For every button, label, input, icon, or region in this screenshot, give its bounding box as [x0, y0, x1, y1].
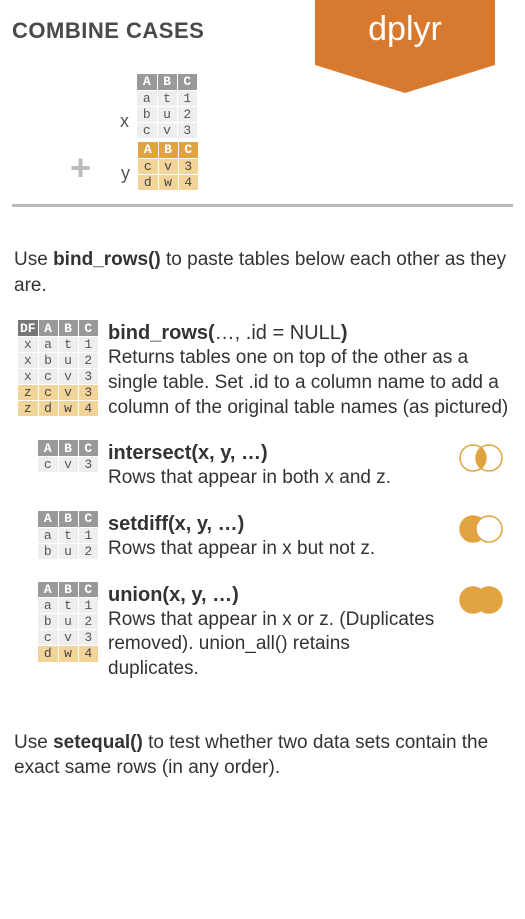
- union-block: ABCat1bu2cv3dw4 union(x, y, …) Rows that…: [0, 570, 525, 690]
- venn-intersect-icon: [455, 440, 507, 476]
- setdiff-block: ABCat1bu2 setdiff(x, y, …) Rows that app…: [0, 499, 525, 570]
- outro-text: Use setequal() to test whether two data …: [0, 690, 525, 791]
- intersect-desc: Rows that appear in both x and z.: [108, 466, 441, 491]
- bind-rows-block: DFABCxat1xbu2xcv3zcv3zdw4 bind_rows(…, .…: [0, 308, 525, 428]
- intersect-block: ABCcv3 intersect(x, y, …) Rows that appe…: [0, 428, 525, 499]
- union-desc: Rows that appear in x or z. (Duplicates …: [108, 608, 441, 682]
- venn-setdiff-icon: [455, 511, 507, 547]
- outro-pre: Use: [14, 732, 53, 753]
- setdiff-desc: Rows that appear in x but not z.: [108, 537, 441, 562]
- bind-rows-sig: bind_rows(…, .id = NULL): [108, 320, 511, 346]
- sig-post: ): [341, 322, 348, 344]
- union-table: ABCat1bu2cv3dw4: [38, 582, 98, 662]
- bind-rows-table: DFABCxat1xbu2xcv3zcv3zdw4: [18, 320, 98, 416]
- outro-fn: setequal(): [53, 732, 143, 753]
- intro-fn: bind_rows(): [53, 249, 161, 270]
- intersect-sig: intersect(x, y, …): [108, 440, 441, 466]
- x-label: x: [120, 111, 129, 132]
- y-table: ABCcv3dw4: [138, 142, 198, 190]
- venn-union-icon: [455, 582, 507, 618]
- package-ribbon: dplyr: [315, 0, 495, 65]
- bind-rows-desc: Returns tables one on top of the other a…: [108, 346, 511, 420]
- sig-pre: bind_rows(: [108, 322, 215, 344]
- plus-icon: +: [70, 150, 91, 186]
- setdiff-sig: setdiff(x, y, …): [108, 511, 441, 537]
- setdiff-table: ABCat1bu2: [38, 511, 98, 559]
- sig-mid: …, .id = NULL: [215, 322, 341, 344]
- intro-pre: Use: [14, 249, 53, 270]
- union-sig: union(x, y, …): [108, 582, 441, 608]
- x-table: ABCat1bu2cv3: [137, 74, 197, 138]
- intersect-table: ABCcv3: [38, 440, 98, 472]
- intro-text: Use bind_rows() to paste tables below ea…: [0, 207, 525, 308]
- y-label: y: [121, 163, 130, 184]
- section-title: COMBINE CASES: [12, 18, 204, 44]
